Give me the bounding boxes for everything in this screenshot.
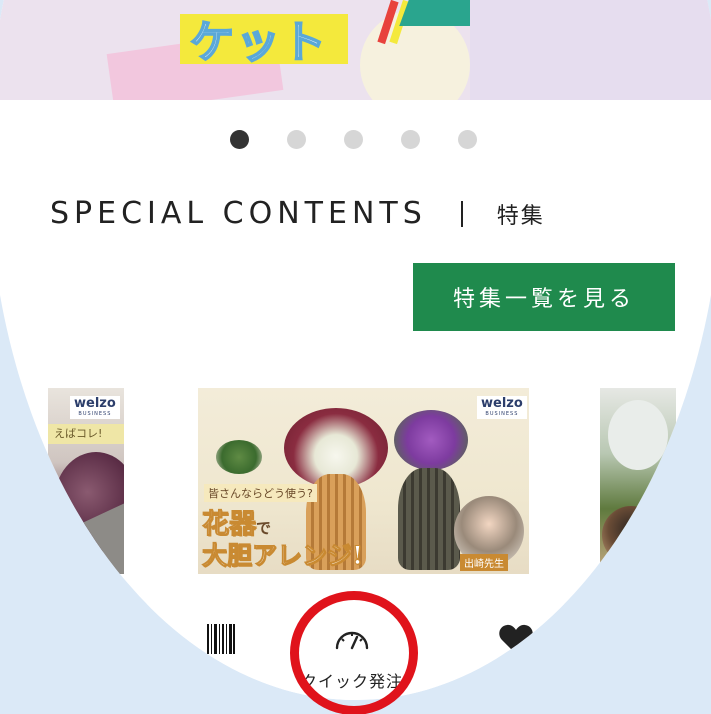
view-all-features-button[interactable]: 特集一覧を見る	[413, 263, 675, 331]
barcode-icon	[207, 622, 235, 656]
screen: ケット SPECIAL CONTENTS 特集 特集一覧を見る welzo BU…	[0, 0, 711, 714]
person-photo	[602, 506, 660, 564]
section-heading: SPECIAL CONTENTS 特集	[50, 196, 545, 231]
nav-quick-order-label: クイック発注	[300, 672, 403, 691]
leaf-image	[608, 400, 668, 470]
hero-banner[interactable]: ケット	[0, 0, 711, 100]
instructor-name: 出崎先生	[460, 554, 508, 571]
hero-title: ケット	[189, 16, 328, 69]
bowl-arrangement-image	[216, 440, 262, 474]
speedometer-icon	[334, 622, 370, 656]
card-headline-2: 大胆アレンジ!	[202, 541, 364, 571]
feature-card-main[interactable]: welzo BUSINESS 皆さんならどう使う? 花器で 大胆アレンジ! 出崎…	[198, 388, 529, 574]
carousel-dot-2[interactable]	[287, 130, 306, 149]
feature-carousel: welzo BUSINESS えばコレ! welzo BUSINESS 皆さんな…	[0, 388, 711, 574]
section-title-ja: 特集	[496, 203, 545, 229]
carousel-pagination	[230, 130, 477, 149]
bottom-navigation: ャン クイック発注 お気に	[0, 604, 711, 700]
nav-scan-label: ャン	[203, 672, 238, 691]
heart-icon	[498, 622, 534, 656]
card-tag: えばコレ!	[48, 424, 124, 444]
nav-quick-order[interactable]: クイック発注	[292, 622, 412, 692]
welzo-logo: welzo BUSINESS	[477, 396, 527, 419]
app-viewport: ケット SPECIAL CONTENTS 特集 特集一覧を見る welzo BU…	[0, 0, 711, 700]
welzo-logo: welzo BUSINESS	[70, 396, 120, 419]
carousel-dot-1[interactable]	[230, 130, 249, 149]
carousel-dot-3[interactable]	[344, 130, 363, 149]
carousel-dot-5[interactable]	[458, 130, 477, 149]
flowers-image-right	[394, 410, 468, 470]
feature-card-next[interactable]	[600, 388, 676, 574]
magnifier-lens: ケット SPECIAL CONTENTS 特集 特集一覧を見る welzo BU…	[0, 0, 711, 700]
heading-separator	[460, 200, 463, 227]
vase-image-dark	[398, 468, 460, 570]
nav-favorites[interactable]: お気に	[446, 622, 586, 692]
carousel-dot-4[interactable]	[401, 130, 420, 149]
card-tag: 皆さんならどう使う?	[204, 484, 317, 502]
nav-scan[interactable]: ャン	[166, 622, 276, 692]
carousel-prev-arrow-icon[interactable]: ‹	[52, 494, 96, 550]
section-title-en: SPECIAL CONTENTS	[50, 196, 427, 231]
nav-favorites-label: お気に	[490, 672, 542, 691]
hero-shape-lavender	[470, 0, 711, 100]
